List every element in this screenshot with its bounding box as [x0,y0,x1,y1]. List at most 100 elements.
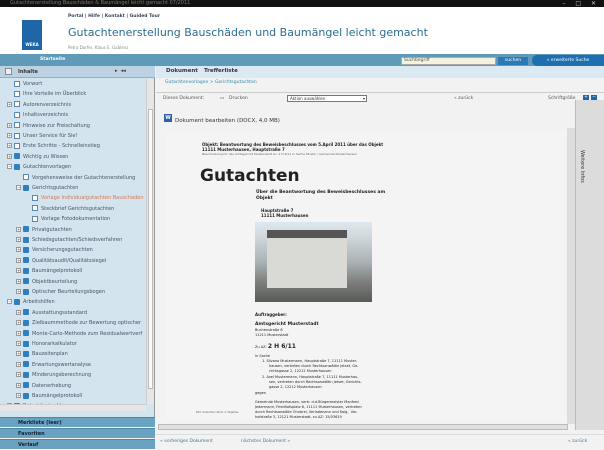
tree-item[interactable]: + Objektbeurteilung [16,277,77,287]
next-document-link[interactable]: nächstes Dokument » [241,439,290,444]
print-button[interactable]: Drucken [229,96,248,101]
tree-item[interactable]: + Autorenverzeichnis [7,100,71,110]
tree-item-label: Erwartungswertanalyse [32,361,92,368]
folder-icon [23,319,29,326]
tree-item[interactable]: + Erwartungswertanalyse [16,360,91,370]
expand-icon[interactable]: + [7,153,12,159]
tree-item[interactable]: + Datenerhebung [16,381,71,391]
tree-item[interactable]: Inhaltsverzeichnis [14,110,68,120]
doc-text: In Sache [255,354,271,358]
folder-icon [23,267,29,274]
back-link[interactable]: « zurück [454,96,473,101]
tree-item[interactable]: Vorlage Fotodokumentation [32,214,110,224]
tree-item[interactable]: + Baumängelprotokoll [16,266,82,276]
breadcrumb[interactable]: Gutachtenvorlagen > Gerichtsgutachten [165,80,257,85]
tree-item[interactable]: + Monte-Carlo-Methode zum Residualwertver… [16,329,142,339]
collapse-icon[interactable]: − [16,185,21,190]
tree-item[interactable]: + Ausstattungsstandard [16,308,87,318]
fontsize-label: Schriftgröße [548,96,576,101]
folder-icon [23,226,29,233]
tree-item[interactable]: + Zielbaummethode zur Bewertung optischer [16,318,141,328]
bottom-nav: « vorheriges Dokument nächstes Dokument … [156,434,604,449]
tree-item-label: Ihre Vorteile im Überblick [23,91,87,98]
action-select[interactable]: Aktion auswählen ▾ [287,95,367,102]
doc-subtitle: Über die Beantwortung des Beweisbeschlus… [256,190,386,195]
tree-item[interactable]: − Arbeitshilfen [7,297,55,307]
tree-item[interactable]: + Hinweise zur Freischaltung [7,121,90,131]
tree-item[interactable]: + Wichtig zu Wissen [7,152,68,162]
search-input[interactable]: Suchbegriff [401,57,496,65]
edit-document-link[interactable]: Dokument bearbeiten (DOCX, 4,0 MB) [175,118,280,124]
expand-icon[interactable]: + [7,133,12,138]
document-toolbar: Dieses Dokument: ▭ Drucken « zurück Schr… [156,92,604,104]
search-button[interactable]: suchen [498,57,528,65]
tree-item[interactable]: Steckbrief Gerichtsgutachten [32,204,114,214]
expand-icon[interactable]: + [16,361,21,367]
expand-icon[interactable]: + [16,237,21,242]
tree-item[interactable]: − Gutachtenvorlagen [7,162,71,172]
tab-trefferliste[interactable]: Trefferliste [204,68,238,74]
window-title: Gutachtenerstellung Bauschäden & Baumäng… [10,0,191,6]
expand-icon[interactable]: + [7,122,12,128]
collapse-arrows-icon[interactable]: ▸ ◂◂ [115,68,126,74]
tree-item[interactable]: + Optischer Beurteilungsbogen [16,287,105,297]
expand-icon[interactable]: + [16,330,21,336]
tree-item[interactable]: + Versicherungsgutachten [16,245,93,255]
document-h-scrollbar[interactable] [158,424,568,430]
expand-icon[interactable]: + [16,268,21,274]
collapse-icon[interactable]: − [7,164,12,170]
tree-item[interactable]: + Minderungsberechnung [16,370,91,380]
tree-item[interactable]: Vorlage Individualgutachten Bauschaden [32,193,144,203]
expand-icon[interactable]: + [16,393,21,398]
folder-icon [23,257,29,264]
panel-merkliste[interactable]: Merkliste (leer) [0,417,155,427]
expand-icon[interactable]: + [16,257,21,263]
expand-icon[interactable]: + [16,289,21,294]
sidebar-header: Inhalte ▸ ◂◂ [0,66,155,78]
expand-icon[interactable]: + [16,351,21,357]
advanced-search-button[interactable]: » erweiterte Suche [532,55,604,66]
sidebar-scrollbar[interactable] [146,79,154,404]
word-icon[interactable]: W [164,114,172,122]
expand-icon[interactable]: + [16,247,21,253]
weitere-infos-tab[interactable]: Weitere Infos [579,150,585,183]
window-controls[interactable]: – □ ✕ [562,0,600,7]
tree-item-label: Datenerhebung [32,382,72,389]
expand-icon[interactable]: + [16,309,21,315]
expand-icon[interactable]: + [7,101,12,107]
document-scrollbar[interactable] [567,128,575,424]
expand-icon[interactable]: + [16,278,21,284]
tree-item[interactable]: Vorwort [14,79,42,89]
expand-icon[interactable]: + [16,372,21,378]
expand-icon[interactable]: + [16,341,21,346]
print-icon[interactable]: ▭ [220,96,224,101]
tree-item[interactable]: + Bauzeitenplan [16,349,68,359]
tree-item[interactable]: + Honorarkalkulator [16,339,77,349]
sidebar-h-scrollbar[interactable] [0,404,146,411]
panel-verlauf[interactable]: Verlauf [0,439,155,449]
tree-item[interactable]: + Schiedsgutachten/Schiedsverfahren [16,235,122,245]
expand-icon[interactable]: + [16,382,21,388]
expand-icon[interactable]: + [16,226,21,232]
tree-item[interactable]: + Privatgutachten [16,225,72,235]
tree-item-label: Vorgehensweise der Gutachtenerstellung [32,174,136,181]
tree-item[interactable]: + Erste Schritte - Schnelleinstieg [7,141,100,151]
collapse-icon[interactable]: − [7,299,12,305]
folder-icon [23,236,29,243]
prev-document-link[interactable]: « vorheriges Dokument [160,439,213,444]
panel-favoriten[interactable]: Favoriten [0,428,155,438]
tree-item[interactable]: + Qualitätsaudit/Qualitätssiegel [16,256,106,266]
doc-text: Jedermann, Friedhofsplatz 6, 11111 Muste… [255,405,362,409]
top-links[interactable]: Portal | Hilfe | Kontakt | Guided Tour [68,14,160,19]
back-link-bottom[interactable]: « zurück [568,439,587,444]
expand-icon[interactable]: + [7,143,12,149]
startseite-link[interactable]: Startseite [40,57,65,62]
tree-item[interactable]: + Baumängelprotokoll [16,391,82,401]
tree-item[interactable]: + Unser Service für Sie! [7,131,77,141]
expand-icon[interactable]: + [16,320,21,326]
tree-item[interactable]: Vorgehensweise der Gutachtenerstellung [23,173,135,183]
tab-dokument[interactable]: Dokument [166,68,198,74]
tree-item[interactable]: Ihre Vorteile im Überblick [14,89,86,99]
tree-item[interactable]: − Gerichtsgutachten [16,183,78,193]
tree-item-label: Versicherungsgutachten [32,247,93,254]
